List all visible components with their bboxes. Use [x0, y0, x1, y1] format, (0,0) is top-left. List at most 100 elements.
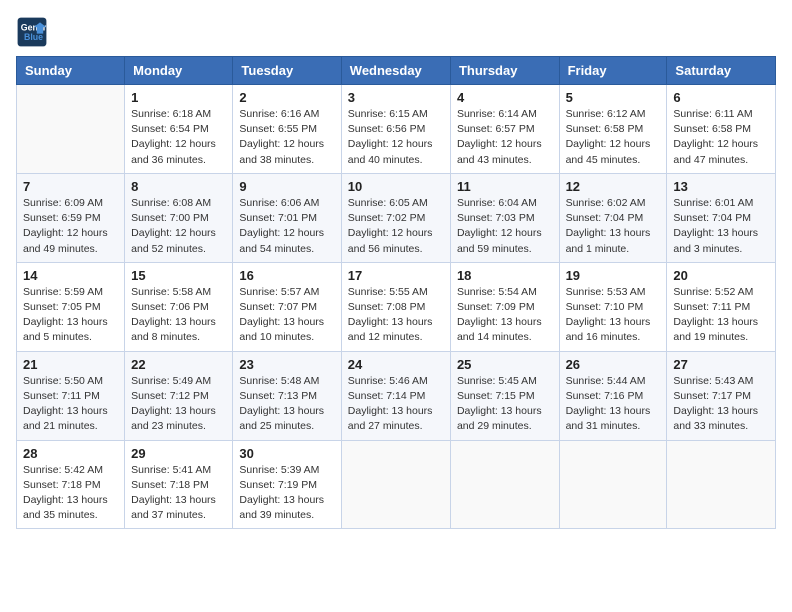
week-row-2: 7 Sunrise: 6:09 AM Sunset: 6:59 PM Daylig…	[17, 173, 776, 262]
day-number: 15	[131, 268, 226, 283]
week-row-5: 28 Sunrise: 5:42 AM Sunset: 7:18 PM Dayli…	[17, 440, 776, 529]
day-cell: 26 Sunrise: 5:44 AM Sunset: 7:16 PM Dayli…	[559, 351, 667, 440]
day-cell: 1 Sunrise: 6:18 AM Sunset: 6:54 PM Daylig…	[125, 85, 233, 174]
day-info: Sunrise: 6:15 AM Sunset: 6:56 PM Dayligh…	[348, 107, 444, 168]
day-info: Sunrise: 6:16 AM Sunset: 6:55 PM Dayligh…	[239, 107, 334, 168]
day-info: Sunrise: 6:09 AM Sunset: 6:59 PM Dayligh…	[23, 196, 118, 257]
day-number: 22	[131, 357, 226, 372]
day-cell: 29 Sunrise: 5:41 AM Sunset: 7:18 PM Dayli…	[125, 440, 233, 529]
day-cell: 30 Sunrise: 5:39 AM Sunset: 7:19 PM Dayli…	[233, 440, 341, 529]
day-number: 24	[348, 357, 444, 372]
header-wednesday: Wednesday	[341, 57, 450, 85]
svg-text:General: General	[21, 22, 48, 32]
day-cell: 27 Sunrise: 5:43 AM Sunset: 7:17 PM Dayli…	[667, 351, 776, 440]
day-cell: 3 Sunrise: 6:15 AM Sunset: 6:56 PM Daylig…	[341, 85, 450, 174]
day-info: Sunrise: 5:46 AM Sunset: 7:14 PM Dayligh…	[348, 374, 444, 435]
day-info: Sunrise: 6:14 AM Sunset: 6:57 PM Dayligh…	[457, 107, 553, 168]
day-info: Sunrise: 5:55 AM Sunset: 7:08 PM Dayligh…	[348, 285, 444, 346]
day-info: Sunrise: 6:05 AM Sunset: 7:02 PM Dayligh…	[348, 196, 444, 257]
day-info: Sunrise: 6:11 AM Sunset: 6:58 PM Dayligh…	[673, 107, 769, 168]
day-info: Sunrise: 5:50 AM Sunset: 7:11 PM Dayligh…	[23, 374, 118, 435]
day-cell: 2 Sunrise: 6:16 AM Sunset: 6:55 PM Daylig…	[233, 85, 341, 174]
day-cell: 6Sunrise: 6:11 AM Sunset: 6:58 PM Daylig…	[667, 85, 776, 174]
day-number: 28	[23, 446, 118, 461]
day-number: 30	[239, 446, 334, 461]
logo-icon: General Blue	[16, 16, 48, 48]
day-number: 25	[457, 357, 553, 372]
day-cell: 20 Sunrise: 5:52 AM Sunset: 7:11 PM Dayli…	[667, 262, 776, 351]
day-info: Sunrise: 6:01 AM Sunset: 7:04 PM Dayligh…	[673, 196, 769, 257]
day-cell: 28 Sunrise: 5:42 AM Sunset: 7:18 PM Dayli…	[17, 440, 125, 529]
day-info: Sunrise: 5:53 AM Sunset: 7:10 PM Dayligh…	[566, 285, 661, 346]
day-cell	[341, 440, 450, 529]
day-info: Sunrise: 5:54 AM Sunset: 7:09 PM Dayligh…	[457, 285, 553, 346]
day-number: 19	[566, 268, 661, 283]
week-row-3: 14Sunrise: 5:59 AM Sunset: 7:05 PM Dayli…	[17, 262, 776, 351]
day-info: Sunrise: 5:42 AM Sunset: 7:18 PM Dayligh…	[23, 463, 118, 524]
day-cell: 4 Sunrise: 6:14 AM Sunset: 6:57 PM Daylig…	[450, 85, 559, 174]
day-cell: 21 Sunrise: 5:50 AM Sunset: 7:11 PM Dayli…	[17, 351, 125, 440]
day-info: Sunrise: 5:48 AM Sunset: 7:13 PM Dayligh…	[239, 374, 334, 435]
day-info: Sunrise: 6:08 AM Sunset: 7:00 PM Dayligh…	[131, 196, 226, 257]
day-cell: 22 Sunrise: 5:49 AM Sunset: 7:12 PM Dayli…	[125, 351, 233, 440]
header-friday: Friday	[559, 57, 667, 85]
day-number: 17	[348, 268, 444, 283]
day-info: Sunrise: 5:57 AM Sunset: 7:07 PM Dayligh…	[239, 285, 334, 346]
day-cell: 8 Sunrise: 6:08 AM Sunset: 7:00 PM Daylig…	[125, 173, 233, 262]
day-number: 29	[131, 446, 226, 461]
day-number: 8	[131, 179, 226, 194]
day-number: 23	[239, 357, 334, 372]
day-cell: 17 Sunrise: 5:55 AM Sunset: 7:08 PM Dayli…	[341, 262, 450, 351]
day-number: 2	[239, 90, 334, 105]
day-number: 1	[131, 90, 226, 105]
day-info: Sunrise: 5:45 AM Sunset: 7:15 PM Dayligh…	[457, 374, 553, 435]
day-number: 4	[457, 90, 553, 105]
day-cell	[450, 440, 559, 529]
day-cell: 19 Sunrise: 5:53 AM Sunset: 7:10 PM Dayli…	[559, 262, 667, 351]
day-number: 20	[673, 268, 769, 283]
day-number: 3	[348, 90, 444, 105]
day-cell: 7 Sunrise: 6:09 AM Sunset: 6:59 PM Daylig…	[17, 173, 125, 262]
day-cell: 24 Sunrise: 5:46 AM Sunset: 7:14 PM Dayli…	[341, 351, 450, 440]
day-info: Sunrise: 5:39 AM Sunset: 7:19 PM Dayligh…	[239, 463, 334, 524]
day-cell: 16 Sunrise: 5:57 AM Sunset: 7:07 PM Dayli…	[233, 262, 341, 351]
day-cell	[17, 85, 125, 174]
day-info: Sunrise: 5:49 AM Sunset: 7:12 PM Dayligh…	[131, 374, 226, 435]
day-cell	[667, 440, 776, 529]
day-info: Sunrise: 5:58 AM Sunset: 7:06 PM Dayligh…	[131, 285, 226, 346]
header-saturday: Saturday	[667, 57, 776, 85]
day-cell	[559, 440, 667, 529]
day-cell: 12 Sunrise: 6:02 AM Sunset: 7:04 PM Dayli…	[559, 173, 667, 262]
day-info: Sunrise: 5:52 AM Sunset: 7:11 PM Dayligh…	[673, 285, 769, 346]
day-cell: 11Sunrise: 6:04 AM Sunset: 7:03 PM Dayli…	[450, 173, 559, 262]
day-number: 27	[673, 357, 769, 372]
calendar-header-row: SundayMondayTuesdayWednesdayThursdayFrid…	[17, 57, 776, 85]
day-cell: 15 Sunrise: 5:58 AM Sunset: 7:06 PM Dayli…	[125, 262, 233, 351]
logo: General Blue	[16, 16, 54, 48]
day-number: 12	[566, 179, 661, 194]
day-info: Sunrise: 5:44 AM Sunset: 7:16 PM Dayligh…	[566, 374, 661, 435]
day-info: Sunrise: 5:43 AM Sunset: 7:17 PM Dayligh…	[673, 374, 769, 435]
day-info: Sunrise: 5:41 AM Sunset: 7:18 PM Dayligh…	[131, 463, 226, 524]
day-cell: 10 Sunrise: 6:05 AM Sunset: 7:02 PM Dayli…	[341, 173, 450, 262]
day-cell: 14Sunrise: 5:59 AM Sunset: 7:05 PM Dayli…	[17, 262, 125, 351]
day-number: 21	[23, 357, 118, 372]
header-monday: Monday	[125, 57, 233, 85]
day-number: 10	[348, 179, 444, 194]
day-number: 7	[23, 179, 118, 194]
day-cell: 23 Sunrise: 5:48 AM Sunset: 7:13 PM Dayli…	[233, 351, 341, 440]
header-tuesday: Tuesday	[233, 57, 341, 85]
day-info: Sunrise: 6:18 AM Sunset: 6:54 PM Dayligh…	[131, 107, 226, 168]
day-number: 5	[566, 90, 661, 105]
day-info: Sunrise: 6:12 AM Sunset: 6:58 PM Dayligh…	[566, 107, 661, 168]
day-number: 26	[566, 357, 661, 372]
week-row-4: 21 Sunrise: 5:50 AM Sunset: 7:11 PM Dayli…	[17, 351, 776, 440]
day-number: 14	[23, 268, 118, 283]
day-cell: 5 Sunrise: 6:12 AM Sunset: 6:58 PM Daylig…	[559, 85, 667, 174]
day-number: 16	[239, 268, 334, 283]
header-thursday: Thursday	[450, 57, 559, 85]
day-info: Sunrise: 6:02 AM Sunset: 7:04 PM Dayligh…	[566, 196, 661, 257]
day-number: 18	[457, 268, 553, 283]
day-number: 11	[457, 179, 553, 194]
day-cell: 18 Sunrise: 5:54 AM Sunset: 7:09 PM Dayli…	[450, 262, 559, 351]
